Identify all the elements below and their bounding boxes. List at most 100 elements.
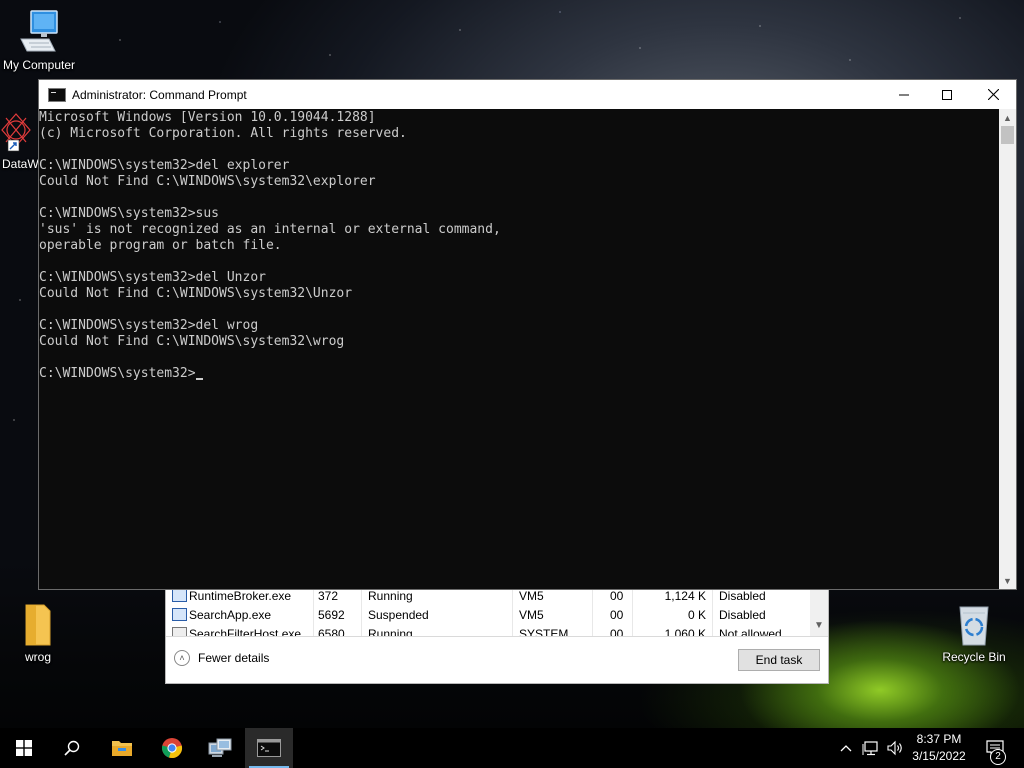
console-line: C:\WINDOWS\system32>del wrog: [39, 318, 259, 333]
desktop-icon-label: My Computer: [2, 58, 76, 72]
console-line: (c) Microsoft Corporation. All rights re…: [39, 126, 407, 141]
close-icon: [987, 89, 999, 100]
desktop-icon-wrog-folder[interactable]: wrog: [0, 603, 76, 664]
console-line: 'sus' is not recognized as an internal o…: [39, 222, 501, 237]
network-icon: [862, 741, 878, 756]
process-uac: Disabled: [719, 608, 766, 622]
desktop-icon-recycle-bin[interactable]: Recycle Bin: [936, 603, 1012, 664]
network-tray-button[interactable]: [860, 728, 882, 768]
computer-icon: [20, 10, 58, 52]
process-status: Running: [368, 589, 413, 603]
folder-icon: [25, 604, 51, 646]
scrollbar-thumb[interactable]: [1001, 126, 1014, 144]
process-uac: Disabled: [719, 589, 766, 603]
process-icon: [172, 589, 187, 602]
console-line: Microsoft Windows [Version 10.0.19044.12…: [39, 110, 376, 125]
process-uac: Not allowed: [719, 627, 782, 636]
process-icon: [172, 627, 187, 636]
speaker-icon: [887, 740, 902, 756]
process-pid: 5692: [318, 608, 345, 622]
windows-logo-icon: [16, 740, 32, 756]
console-line: Could Not Find C:\WINDOWS\system32\wrog: [39, 334, 345, 349]
text-cursor: [195, 378, 203, 380]
console-scrollbar[interactable]: ▲ ▼: [999, 109, 1016, 589]
maximize-icon: [942, 89, 952, 100]
search-button[interactable]: [48, 728, 96, 768]
search-icon: [64, 740, 80, 756]
recycle-bin-icon: [959, 606, 989, 646]
process-cpu: 00: [610, 627, 624, 636]
command-prompt-taskbar-button[interactable]: [245, 728, 293, 768]
process-user: VM5: [519, 608, 544, 622]
window-titlebar[interactable]: Administrator: Command Prompt: [39, 80, 1016, 109]
process-memory: 1,124 K: [664, 589, 706, 603]
chrome-button[interactable]: [148, 728, 196, 768]
column-divider: [512, 584, 513, 636]
fewer-details-label: Fewer details: [198, 651, 270, 665]
start-button[interactable]: [0, 728, 48, 768]
desktop-icon-my-computer[interactable]: My Computer: [1, 9, 77, 72]
process-name: RuntimeBroker.exe: [189, 589, 292, 603]
fewer-details-button[interactable]: ˄ Fewer details: [174, 650, 269, 666]
table-row[interactable]: SearchApp.exe 5692 Suspended VM5 00 0 K …: [166, 606, 812, 625]
minimize-icon: [899, 94, 909, 95]
end-task-button[interactable]: End task: [738, 649, 820, 671]
chrome-icon: [161, 738, 183, 758]
window-title: Administrator: Command Prompt: [72, 87, 247, 102]
console-line: C:\WINDOWS\system32>del explorer: [39, 158, 290, 173]
process-status: Suspended: [368, 608, 429, 622]
column-divider: [361, 584, 362, 636]
file-explorer-button[interactable]: [98, 728, 146, 768]
chevron-down-icon[interactable]: ▼: [814, 620, 824, 631]
console-output[interactable]: Microsoft Windows [Version 10.0.19044.12…: [39, 109, 1000, 589]
desktop-icon-label: Recycle Bin: [942, 650, 1006, 664]
console-line: Could Not Find C:\WINDOWS\system32\Unzor: [39, 286, 353, 301]
console-line: Could Not Find C:\WINDOWS\system32\explo…: [39, 174, 376, 189]
process-table: RuntimeBroker.exe 372 Running VM5 00 1,1…: [166, 584, 812, 636]
network-computers-icon: [208, 738, 232, 757]
column-divider: [632, 584, 633, 636]
process-cpu: 00: [610, 608, 624, 622]
command-prompt-window[interactable]: Administrator: Command Prompt Microsoft …: [38, 79, 1017, 590]
process-pid: 372: [318, 589, 339, 603]
scroll-up-icon[interactable]: ▲: [999, 109, 1016, 126]
process-table-scrollbar[interactable]: ▼: [810, 584, 828, 636]
command-prompt-icon: [48, 87, 66, 102]
column-divider: [592, 584, 593, 636]
minimize-button[interactable]: [881, 80, 927, 109]
process-memory: 0 K: [687, 608, 706, 622]
column-divider: [313, 584, 314, 636]
folder-icon: [112, 741, 132, 756]
console-prompt: C:\WINDOWS\system32>: [39, 366, 196, 381]
close-button[interactable]: [970, 80, 1016, 109]
network-app-button[interactable]: [196, 728, 244, 768]
console-line: C:\WINDOWS\system32>del Unzor: [39, 270, 266, 285]
maximize-button[interactable]: [924, 80, 970, 109]
divider: [166, 636, 828, 637]
clock-date: 3/15/2022: [912, 749, 966, 763]
prompt-line[interactable]: C:\WINDOWS\system32>: [39, 366, 1000, 382]
process-pid: 6580: [318, 627, 345, 636]
process-user: SYSTEM: [519, 627, 569, 636]
process-icon: [172, 608, 187, 621]
process-memory: 1,060 K: [664, 627, 706, 636]
taskbar: 8:37 PM 3/15/2022 2: [0, 728, 1024, 768]
show-hidden-icons-button[interactable]: [836, 728, 856, 768]
column-divider: [712, 584, 713, 636]
volume-tray-button[interactable]: [884, 728, 906, 768]
chevron-up-icon: ˄: [174, 650, 190, 666]
task-manager-window: RuntimeBroker.exe 372 Running VM5 00 1,1…: [165, 583, 829, 684]
clock-time: 8:37 PM: [916, 732, 962, 746]
scroll-down-icon[interactable]: ▼: [999, 572, 1016, 589]
table-row[interactable]: SearchFilterHost.exe 6580 Running SYSTEM…: [166, 625, 812, 636]
process-name: SearchFilterHost.exe: [189, 627, 302, 636]
console-line: operable program or batch file.: [39, 238, 282, 253]
chevron-up-icon: [840, 745, 852, 752]
taskbar-clock[interactable]: 8:37 PM 3/15/2022: [906, 731, 972, 765]
datawc-icon: [1, 113, 31, 152]
